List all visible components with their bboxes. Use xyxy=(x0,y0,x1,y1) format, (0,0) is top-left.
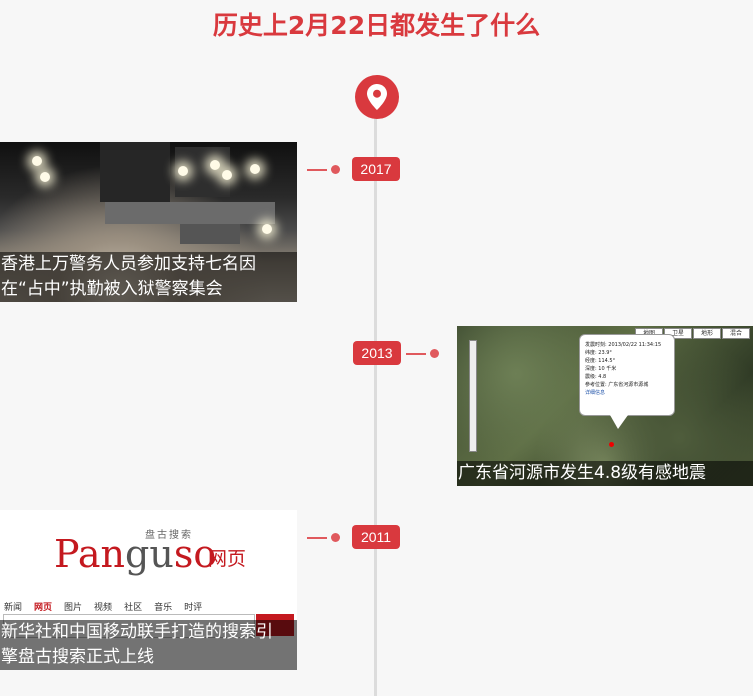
event-caption: 广东省河源市发生4.8级有感地震 xyxy=(457,461,753,486)
nav-item[interactable]: 视频 xyxy=(94,600,112,613)
year-badge-2013: 2013 xyxy=(353,341,401,365)
popup-line: 参考位置: 广东省河源市源城 xyxy=(585,382,649,388)
event-card-2011[interactable]: 盘古搜索 Panguso 网页 新闻 网页 图片 视频 社区 音乐 时评 新华社… xyxy=(0,510,297,670)
event-card-2013[interactable]: 地图 卫星 地形 混合 发震时刻: 2013/02/22 11:34:15 纬度… xyxy=(457,326,753,486)
year-badge-2017: 2017 xyxy=(352,157,400,181)
timeline-dot-2017 xyxy=(331,165,340,174)
popup-link[interactable]: 详细信息 xyxy=(585,389,669,397)
nav-item[interactable]: 社区 xyxy=(124,600,142,613)
nav-item[interactable]: 新闻 xyxy=(4,600,22,613)
event-caption: 香港上万警务人员参加支持七名因 在“占中”执勤被入狱警察集会 xyxy=(0,252,297,302)
nav-item[interactable]: 时评 xyxy=(184,600,202,613)
panguso-logo: Panguso xyxy=(54,532,217,576)
epicenter-marker[interactable] xyxy=(609,442,614,447)
popup-line: 震级: 4.8 xyxy=(585,374,607,380)
popup-line: 深度: 10 千米 xyxy=(585,366,617,372)
logo-suffix: 网页 xyxy=(208,548,247,570)
page-title: 历史上2月22日都发生了什么 xyxy=(212,11,541,40)
timeline-dot-2011 xyxy=(331,533,340,542)
quake-info-popup: 发震时刻: 2013/02/22 11:34:15 纬度: 23.9° 经度: … xyxy=(579,334,675,429)
map-type-button[interactable]: 混合 xyxy=(722,328,750,339)
nav-item-active[interactable]: 网页 xyxy=(34,600,52,613)
popup-tail xyxy=(610,415,628,429)
nav-item[interactable]: 音乐 xyxy=(154,600,172,613)
map-pin-icon xyxy=(367,84,387,110)
nav-item[interactable]: 图片 xyxy=(64,600,82,613)
connector-2011 xyxy=(307,537,327,539)
popup-line: 发震时刻: 2013/02/22 11:34:15 xyxy=(585,342,662,348)
map-type-button[interactable]: 地形 xyxy=(693,328,721,339)
timeline-dot-2013 xyxy=(430,349,439,358)
search-nav: 新闻 网页 图片 视频 社区 音乐 时评 xyxy=(4,600,202,613)
connector-2017 xyxy=(307,169,327,171)
event-caption: 新华社和中国移动联手打造的搜索引 擎盘古搜索正式上线 xyxy=(0,620,297,670)
map-pin-badge xyxy=(355,75,399,119)
map-zoom-slider[interactable] xyxy=(469,340,477,452)
year-badge-2011: 2011 xyxy=(352,525,400,549)
popup-line: 纬度: 23.9° xyxy=(585,350,612,356)
timeline-line xyxy=(374,96,377,696)
connector-2013 xyxy=(406,353,426,355)
event-card-2017[interactable]: 香港上万警务人员参加支持七名因 在“占中”执勤被入狱警察集会 xyxy=(0,142,297,302)
popup-line: 经度: 114.5° xyxy=(585,358,616,364)
